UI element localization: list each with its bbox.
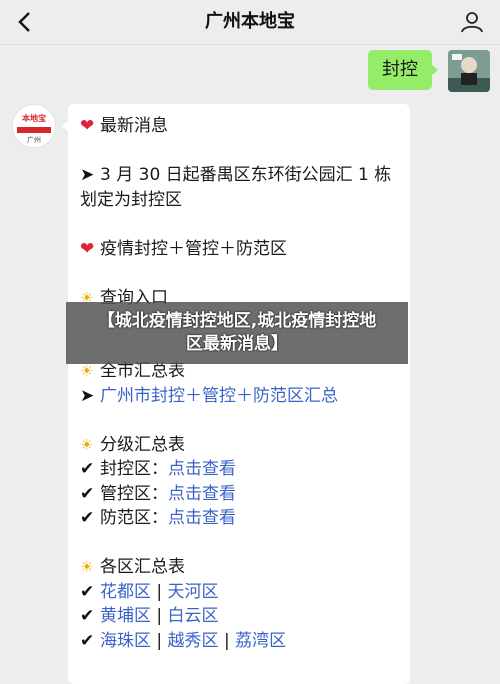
incoming-bubble: ❤ 最新消息 ➤ 3 月 30 日起番禺区东环街公园汇 1 栋 划定为封控区 ❤ 疫情…	[62, 104, 410, 684]
level-link-control[interactable]: 点击查看	[168, 484, 236, 504]
district-link[interactable]: 荔湾区	[235, 631, 286, 651]
types-title: 疫情封控＋管控＋防范区	[100, 238, 287, 259]
person-icon	[461, 12, 483, 33]
user-avatar-image	[448, 50, 490, 92]
sun-icon: ☀	[80, 435, 94, 454]
bot-avatar-band	[17, 127, 51, 133]
check-icon: ✔	[80, 630, 95, 651]
heart-icon: ❤	[80, 116, 95, 136]
profile-button[interactable]	[456, 6, 488, 38]
latest-line-1: 3 月 30 日起番禺区东环街公园汇 1 栋	[100, 165, 392, 185]
level-label: 管控区：	[100, 483, 168, 504]
separator: |	[218, 630, 236, 651]
overlay-line-2: 区最新消息】	[186, 334, 288, 354]
arrow-icon: ➤	[80, 165, 95, 185]
check-icon: ✔	[80, 483, 95, 504]
arrow-icon: ➤	[80, 385, 95, 406]
district-link[interactable]: 天河区	[168, 582, 219, 602]
check-icon: ✔	[80, 459, 95, 479]
heart-icon: ❤	[80, 238, 95, 259]
overlay-line-1: 【城北疫情封控地区,城北疫情封控地	[97, 311, 377, 331]
latest-line-2: 划定为封控区	[80, 189, 182, 210]
district-link[interactable]: 黄埔区	[100, 606, 151, 626]
level-title: 分级汇总表	[100, 434, 185, 455]
level-label: 封控区：	[100, 459, 168, 479]
user-avatar[interactable]	[448, 50, 490, 92]
level-label: 防范区：	[100, 508, 168, 528]
city-title: 全市汇总表	[100, 361, 185, 381]
check-icon: ✔	[80, 508, 95, 528]
district-link[interactable]: 越秀区	[168, 631, 219, 651]
district-link[interactable]: 海珠区	[100, 631, 151, 651]
latest-title: 最新消息	[100, 116, 168, 136]
bot-avatar-brand: 本地宝	[22, 114, 46, 123]
bot-avatar-city: 广州	[27, 136, 41, 144]
chat-header: 广州本地宝	[0, 0, 500, 45]
district-title: 各区汇总表	[100, 557, 185, 577]
outgoing-bubble[interactable]: 封控	[368, 50, 438, 90]
chat-title: 广州本地宝	[205, 11, 295, 32]
city-summary-link[interactable]: 广州市封控＋管控＋防范区汇总	[100, 386, 338, 406]
separator: |	[151, 630, 168, 651]
district-link[interactable]: 花都区	[100, 582, 151, 602]
message-body: ❤ 最新消息 ➤ 3 月 30 日起番禺区东环街公园汇 1 栋 划定为封控区 ❤ 疫情…	[80, 114, 400, 653]
district-link[interactable]: 白云区	[168, 606, 219, 626]
level-link-prevention[interactable]: 点击查看	[168, 508, 236, 528]
check-icon: ✔	[80, 581, 95, 602]
sun-icon: ☀	[80, 558, 94, 576]
article-title-overlay: 【城北疫情封控地区,城北疫情封控地 区最新消息】	[66, 302, 408, 364]
level-link-lockdown[interactable]: 点击查看	[168, 459, 236, 479]
separator: |	[151, 581, 168, 602]
bot-avatar[interactable]: 本地宝 广州	[12, 104, 56, 148]
check-icon: ✔	[80, 606, 95, 626]
outgoing-message: 封控	[290, 50, 490, 94]
separator: |	[151, 606, 168, 626]
